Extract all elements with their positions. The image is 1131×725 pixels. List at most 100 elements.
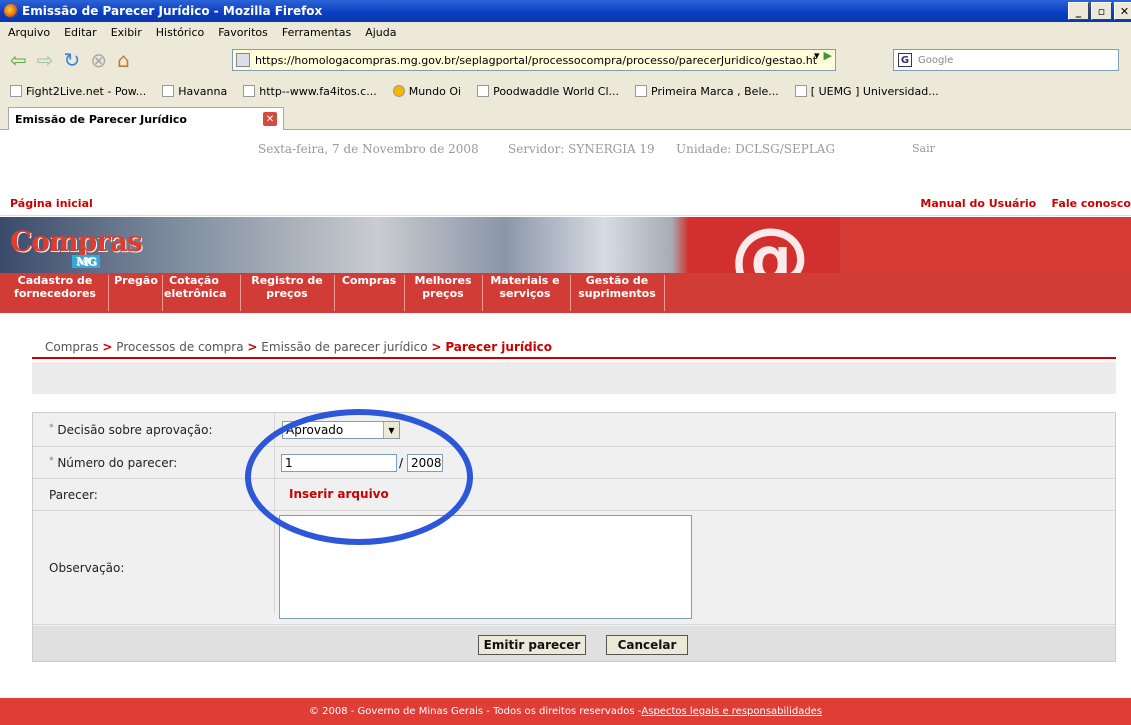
page-icon [10,85,22,97]
number-label-text: Número do parecer: [57,456,178,470]
bookmark-item[interactable]: Havanna [162,85,227,98]
page-icon [477,85,490,97]
bookmark-label: Mundo Oi [408,84,462,98]
number-label: * Número do parecer: [49,456,177,470]
bookmark-item[interactable]: Fight2Live.net - Pow... [10,85,146,98]
nav-label: Registro de [251,274,323,287]
dropdown-arrow-icon[interactable]: ▾ [814,49,820,62]
compras-logo: Compras MG [10,225,143,268]
row-decisao: * Decisão sobre aprovação: Aprovado ▼ [33,413,1115,447]
contact-link[interactable]: Fale conosco [1052,197,1131,210]
top-right-links: Manual do Usuário Fale conosco [920,197,1131,210]
nav-label: Pregão [114,274,158,287]
tab-bar: Emissão de Parecer Jurídico ✕ [0,104,1131,130]
go-icon[interactable]: ▶ [824,49,832,62]
search-placeholder: Google [918,54,954,66]
nav-melhores[interactable]: Melhores preços [408,274,478,300]
cancel-button[interactable]: Cancelar [606,635,688,655]
bookmark-label: http--www.fa4itos.c... [259,84,377,98]
home-page-link[interactable]: Página inicial [10,197,93,210]
legal-link[interactable]: Aspectos legais e responsabilidades [641,706,822,717]
maximize-button[interactable]: ▫ [1091,2,1112,20]
nav-divider [570,275,571,311]
row-parecer: Parecer: Inserir arquivo [33,479,1115,511]
nav-registro[interactable]: Registro de preços [244,274,330,300]
required-mark: * [49,456,54,466]
nav-pregao[interactable]: Pregão [112,274,160,287]
firefox-logo-icon [4,4,18,18]
minimize-button[interactable]: _ [1068,2,1089,20]
url-field[interactable]: https://homologacompras.mg.gov.br/seplag… [232,49,836,71]
bookmarks-bar: Fight2Live.net - Pow... Havanna http--ww… [0,78,1131,104]
footer-text: © 2008 - Governo de Minas Gerais - Todos… [308,706,642,717]
menu-ferramentas[interactable]: Ferramentas [282,26,351,39]
breadcrumb-sep: > [431,340,442,354]
nav-label: Gestão de [585,274,649,287]
url-text: https://homologacompras.mg.gov.br/seplag… [255,53,818,67]
menu-favoritos[interactable]: Favoritos [218,26,268,39]
bookmark-item[interactable]: [ UEMG ] Universidad... [794,85,939,98]
page-icon [162,85,175,97]
bookmark-item[interactable]: Mundo Oi [392,84,462,98]
breadcrumb-emissao[interactable]: Emissão de parecer jurídico [261,340,427,354]
nav-materiais[interactable]: Materiais e serviços [485,274,565,300]
nav-label: eletrônica [164,287,227,300]
nav-label: Materiais e [490,274,560,287]
window-title: Emissão de Parecer Jurídico - Mozilla Fi… [22,4,323,18]
row-observacao: Observação: [33,511,1115,625]
tab-active[interactable]: Emissão de Parecer Jurídico ✕ [8,107,284,130]
breadcrumb-compras[interactable]: Compras [45,340,99,354]
logo-sub: MG [72,255,100,268]
decision-label-text: Decisão sobre aprovação: [57,423,213,437]
breadcrumb: Compras > Processos de compra > Emissão … [45,340,552,354]
reload-icon[interactable]: ↻ [64,48,81,72]
nav-label: fornecedores [14,287,96,300]
manual-link[interactable]: Manual do Usuário [920,197,1036,210]
nav-gestao[interactable]: Gestão de suprimentos [572,274,662,300]
banner-image: Compras MG @ [0,217,840,273]
row-numero: * Número do parecer: 1 / 2008 [33,447,1115,479]
logout-link[interactable]: Sair [912,142,935,155]
menu-editar[interactable]: Editar [64,26,97,39]
home-icon[interactable]: ⌂ [117,48,130,72]
breadcrumb-current: Parecer jurídico [445,340,553,354]
window-controls: _ ▫ ✕ [1068,2,1131,20]
nav-label: suprimentos [578,287,656,300]
nav-label: Compras [341,274,397,287]
google-icon: G [898,53,912,67]
page-icon [794,85,807,97]
back-icon[interactable]: ⇦ [10,48,27,72]
tab-close-icon[interactable]: ✕ [263,112,277,126]
menu-exibir[interactable]: Exibir [111,26,142,39]
nav-divider [404,275,405,311]
breadcrumb-processos[interactable]: Processos de compra [116,340,243,354]
site-icon [236,53,250,67]
parecer-label: Parecer: [49,488,98,502]
message-bar [32,362,1116,394]
breadcrumb-underline [32,357,1116,359]
menubar: Arquivo Editar Exibir Histórico Favorito… [0,22,1131,42]
nav-cotacao[interactable]: Cotação eletrônica [164,274,227,300]
page-icon [392,85,405,97]
stop-icon[interactable]: ⊗ [90,48,107,72]
bookmark-label: Poodwaddle World Cl... [493,84,620,98]
menu-historico[interactable]: Histórico [156,26,204,39]
page-icon [635,85,648,97]
search-input[interactable]: G Google [893,49,1119,71]
menu-arquivo[interactable]: Arquivo [8,26,50,39]
page-icon [243,85,256,97]
nav-divider [334,275,335,311]
button-row: Emitir parecer Cancelar [33,626,1115,661]
nav-divider [240,275,241,311]
close-window-button[interactable]: ✕ [1114,2,1131,20]
bookmark-item[interactable]: Poodwaddle World Cl... [477,85,619,98]
unit-text: Unidade: DCLSG/SEPLAG [676,142,836,156]
nav-cadastro[interactable]: Cadastro de fornecedores [6,274,104,300]
menu-ajuda[interactable]: Ajuda [365,26,396,39]
nav-compras[interactable]: Compras [338,274,400,287]
bookmark-item[interactable]: Primeira Marca , Bele... [635,85,779,98]
window-titlebar: Emissão de Parecer Jurídico - Mozilla Fi… [0,0,1131,22]
forward-icon[interactable]: ⇨ [37,48,54,72]
bookmark-item[interactable]: http--www.fa4itos.c... [243,84,377,98]
emit-parecer-button[interactable]: Emitir parecer [478,635,586,655]
